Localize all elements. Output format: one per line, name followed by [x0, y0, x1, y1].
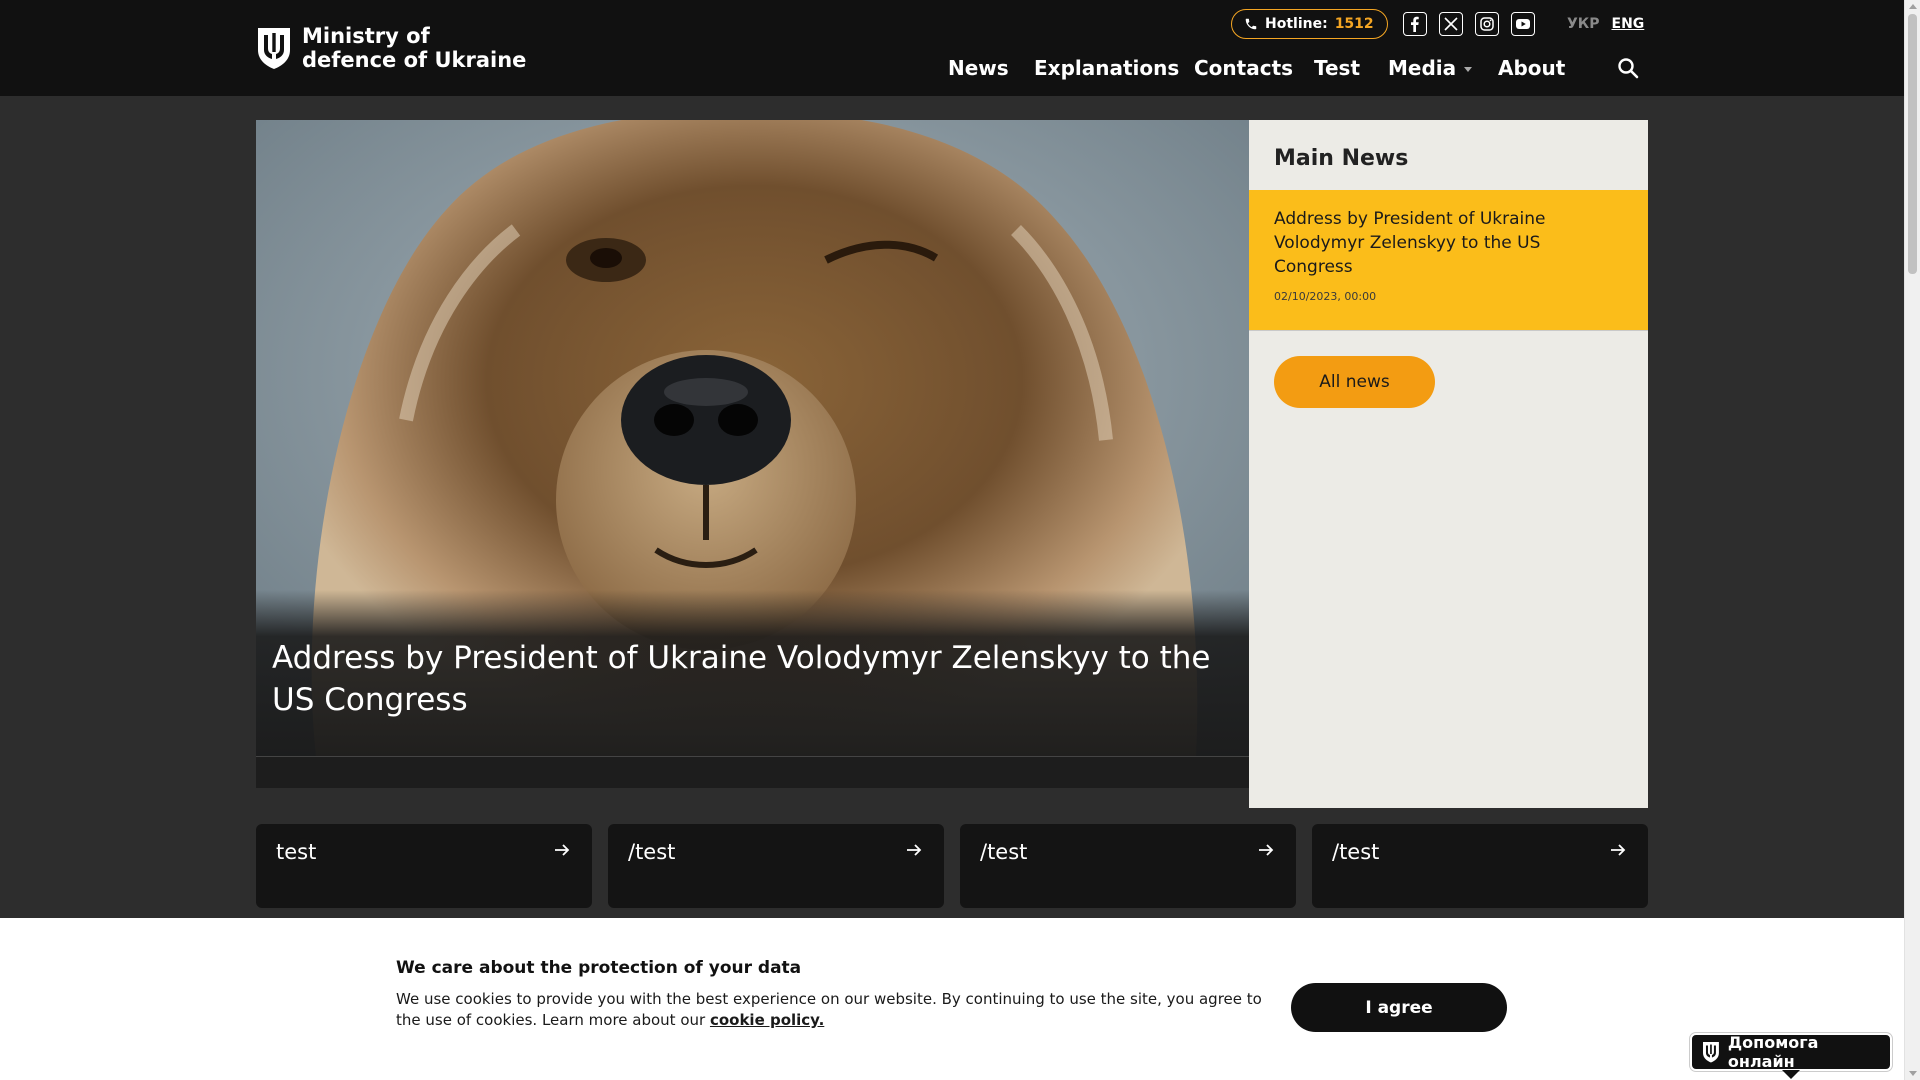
- nav-test[interactable]: Test: [1314, 56, 1360, 80]
- youtube-icon[interactable]: [1511, 12, 1535, 36]
- phone-icon: [1245, 18, 1257, 30]
- arrow-right-icon: [1611, 844, 1626, 856]
- nav-about[interactable]: About: [1498, 56, 1565, 80]
- trident-shield-icon: [1702, 1042, 1719, 1063]
- hotline-label: Hotline:: [1265, 16, 1328, 32]
- hero-title[interactable]: Address by President of Ukraine Volodymy…: [272, 637, 1232, 721]
- cookie-text: We use cookies to provide you with the b…: [396, 989, 1268, 1031]
- quick-link-tile[interactable]: /test: [1312, 824, 1648, 908]
- hotline-button[interactable]: Hotline: 1512: [1231, 9, 1388, 39]
- quick-link-label: /test: [628, 840, 676, 864]
- scroll-up-arrow-icon[interactable]: [1909, 4, 1917, 9]
- cookie-title: We care about the protection of your dat…: [396, 958, 802, 978]
- language-switcher: УКР ENG: [1567, 16, 1644, 32]
- scrollbar-thumb[interactable]: [1908, 14, 1917, 274]
- help-bubble-tail: [1782, 1070, 1800, 1079]
- instagram-icon[interactable]: [1475, 12, 1499, 36]
- facebook-icon[interactable]: [1403, 12, 1427, 36]
- nav-contacts[interactable]: Contacts: [1194, 56, 1293, 80]
- main-news-item-date: 02/10/2023, 00:00: [1274, 290, 1377, 303]
- hero-news-card[interactable]: Address by President of Ukraine Volodymy…: [256, 120, 1249, 756]
- quick-link-tile[interactable]: /test: [960, 824, 1296, 908]
- cookie-policy-link[interactable]: cookie policy.: [710, 1011, 824, 1029]
- help-online-label: Допомога онлайн: [1727, 1033, 1819, 1071]
- main-news-item[interactable]: Address by President of Ukraine Volodymy…: [1249, 190, 1648, 331]
- quick-link-label: /test: [980, 840, 1028, 864]
- all-news-button[interactable]: All news: [1274, 356, 1435, 408]
- arrow-right-icon: [907, 844, 922, 856]
- quick-link-tile[interactable]: test: [256, 824, 592, 908]
- quick-link-label: test: [276, 840, 317, 864]
- quick-links: test /test /test /test: [256, 824, 1648, 908]
- social-links: [1403, 12, 1535, 36]
- arrow-right-icon: [555, 844, 570, 856]
- scroll-down-arrow-icon[interactable]: [1909, 1071, 1917, 1076]
- main-news-panel: Main News Address by President of Ukrain…: [1249, 120, 1648, 808]
- lang-eng-link[interactable]: ENG: [1612, 16, 1645, 32]
- lang-ukr-link[interactable]: УКР: [1567, 16, 1600, 32]
- x-twitter-icon[interactable]: [1439, 12, 1463, 36]
- agree-button[interactable]: I agree: [1291, 983, 1507, 1032]
- nav-media-label: Media: [1388, 56, 1457, 80]
- main-news-title: Main News: [1274, 146, 1409, 171]
- chevron-down-icon: [1464, 67, 1473, 72]
- site-header: Ministry of defence of Ukraine Hotline: …: [0, 0, 1904, 96]
- nav-explanations[interactable]: Explanations: [1034, 56, 1179, 80]
- help-online-button[interactable]: Допомога онлайн: [1690, 1033, 1892, 1071]
- page-scrollbar[interactable]: [1904, 0, 1920, 1080]
- cookie-text-body: We use cookies to provide you with the b…: [396, 990, 1262, 1029]
- hotline-number: 1512: [1334, 16, 1374, 32]
- nav-media[interactable]: Media: [1388, 56, 1473, 80]
- main-news-item-title: Address by President of Ukraine Volodymy…: [1274, 209, 1546, 277]
- quick-link-label: /test: [1332, 840, 1380, 864]
- arrow-right-icon: [1259, 844, 1274, 856]
- search-icon[interactable]: [1616, 56, 1640, 80]
- nav-news[interactable]: News: [948, 56, 1009, 80]
- cookie-banner: We care about the protection of your dat…: [0, 918, 1904, 1080]
- logo-line-1: Ministry of: [302, 24, 430, 48]
- quick-link-tile[interactable]: /test: [608, 824, 944, 908]
- hero-slider-bar: [256, 756, 1249, 788]
